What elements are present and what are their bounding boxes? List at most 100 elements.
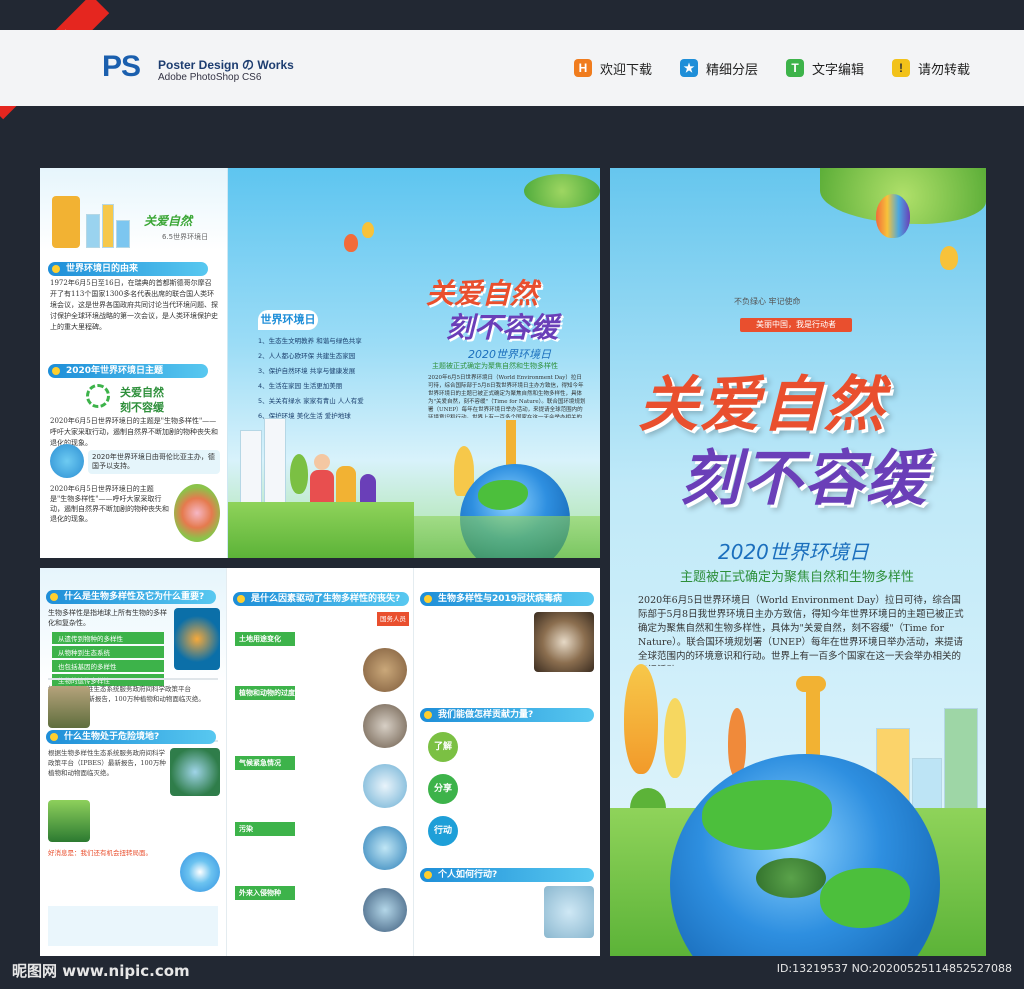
section-contribution: 我们能做怎样贡献力量? <box>420 708 594 722</box>
section-biodiversity: 什么是生物多样性及它为什么重要? <box>46 590 216 604</box>
slogan-item: 3、保护自然环境 共享与健康发展 <box>258 367 356 375</box>
header-item-download[interactable]: H 欢迎下载 <box>574 58 652 78</box>
tree-icon <box>290 454 308 494</box>
divider <box>48 678 218 680</box>
plant-image <box>48 800 90 842</box>
tree-icon <box>624 664 658 774</box>
subheading: 土地用途变化 <box>235 632 295 646</box>
coral-image <box>174 608 220 670</box>
cover-title-line2: 刻不容缓 <box>446 311 559 344</box>
cover-badge: 美丽中国，我是行动者 <box>740 318 852 332</box>
animal-image <box>363 704 407 748</box>
inner-trifold: 什么是生物多样性及它为什么重要? 生物多样性是指地球上所有生物的多样化和复杂性。… <box>40 568 600 956</box>
warning-icon: ! <box>892 59 910 77</box>
slogan-list: 1、生态生文明教养 和谐与绿色共享 2、人人都心欧环保 共建生态家园 3、保护自… <box>258 334 404 424</box>
family-icon <box>314 454 330 470</box>
building-icon <box>264 418 286 510</box>
species-image <box>363 888 407 932</box>
giraffe-head <box>796 676 826 692</box>
virus-image <box>534 612 594 672</box>
tag-item: 从遗传到物种的多样性 <box>52 632 164 644</box>
logo-line2: 刻不容缓 <box>120 401 164 414</box>
text-icon: T <box>786 59 804 77</box>
header-item-label: 欢迎下载 <box>600 62 653 78</box>
bird-image <box>170 748 220 796</box>
giraffe-icon <box>52 196 80 248</box>
header-item-no-repost[interactable]: ! 请勿转载 <box>892 58 970 78</box>
section-endangered: 什么生物处于危险境地? <box>46 730 216 744</box>
forest-image <box>48 686 90 728</box>
mid-header: 世界环境日 <box>258 310 318 330</box>
footer-box <box>48 906 218 946</box>
header-title: Poster Design の Works <box>158 58 294 72</box>
front-left-page: 关爱自然 6.5世界环境日 世界环境日的由来 1972年6月5日至16日，在瑞典… <box>40 168 228 558</box>
front-right-page: 关爱自然 刻不容缓 2020世界环境日 主题被正式确定为聚焦自然和生物多样性 2… <box>414 168 600 558</box>
building-icon <box>240 430 262 510</box>
action-learn: 了解 <box>428 732 458 762</box>
header-item-text-edit[interactable]: T 文字编辑 <box>786 58 864 78</box>
badge-subtitle: 6.5世界环境日 <box>162 233 209 241</box>
star-icon: ★ <box>680 59 698 77</box>
cover-subtitle: 2020世界环境日 <box>718 540 869 564</box>
header-item-layers[interactable]: ★ 精细分层 <box>680 58 758 78</box>
header-item-label: 请勿转载 <box>918 62 971 78</box>
inner-right-page: 生物多样性与2019冠状病毒病 我们能做怎样贡献力量? 了解 分享 行动 个人如… <box>414 568 600 956</box>
inner-left-page: 什么是生物多样性及它为什么重要? 生物多样性是指地球上所有生物的多样化和复杂性。… <box>40 568 226 956</box>
good-news-text: 好消息是：我们还有机会扭转局面。 <box>48 849 152 857</box>
cover-subtitle: 2020世界环境日 <box>468 348 551 361</box>
header-item-label: 精细分层 <box>706 62 759 78</box>
subheading: 植物和动物的过度开发 <box>235 686 295 711</box>
earth-image <box>180 852 220 892</box>
section-drivers: 是什么因素驱动了生物多样性的丧失? <box>233 592 409 606</box>
slogan-item: 4、生活在家园 生活更加美丽 <box>258 382 343 390</box>
turtle-icon <box>756 858 826 898</box>
download-icon: H <box>574 59 592 77</box>
cover-body: 2020年6月5日世界环境日（World Environment Day）拉日可… <box>428 375 586 418</box>
section-personal: 个人如何行动? <box>420 868 594 882</box>
origin-text: 1972年6月5日至16日，在瑞典的首都斯德哥尔摩召开了有113个国家1300多… <box>50 279 218 331</box>
building-icon <box>86 214 100 248</box>
tree-icon <box>664 698 686 778</box>
tag-item: 从物种到生态系统 <box>52 646 164 658</box>
cover-body: 2020年6月5日世界环境日（World Environment Day）拉日可… <box>638 595 964 666</box>
pollution-image <box>363 826 407 870</box>
image-id: ID:13219537 NO:20200525114852527088 <box>776 962 1012 975</box>
action-share: 分享 <box>428 774 458 804</box>
subheading: 气候紧急情况 <box>235 756 295 770</box>
slogan-item: 5、关关有绿水 家家有青山 人人有爱 <box>258 397 364 405</box>
balloon-icon <box>940 246 958 270</box>
front-mid-page: 世界环境日 1、生态生文明教养 和谐与绿色共享 2、人人都心欧环保 共建生态家园… <box>228 168 414 558</box>
extra-text: 2020年6月5日世界环境日的主题是"生物多样性"——呼吁大家采取行动，遏制自然… <box>50 485 169 523</box>
balloon-icon <box>344 234 358 252</box>
tag-badge: 国务人员 <box>377 612 409 626</box>
section-theme: 2020年世界环境日主题 <box>48 364 208 378</box>
cover-theme: 主题被正式确定为聚焦自然和生物多样性 <box>680 570 915 585</box>
action-act: 行动 <box>428 816 458 846</box>
header-subtitle: Adobe PhotoShop CS6 <box>158 72 262 83</box>
site-watermark: 昵图网 www.nipic.com <box>12 962 190 980</box>
section-origin: 世界环境日的由来 <box>48 262 208 276</box>
subheading: 外来入侵物种 <box>235 886 295 900</box>
inner-mid-page: 是什么因素驱动了生物多样性的丧失? 国务人员 土地用途变化 植物和动物的过度开发… <box>226 568 414 956</box>
cover-title-line2: 刻不容缓 <box>680 444 928 514</box>
grass-ground <box>414 516 600 558</box>
cover-slogan: 不负绿心 牢记使命 <box>734 297 801 306</box>
header-item-label: 文字编辑 <box>812 62 865 78</box>
host-info-box: 2020年世界环境日由哥伦比亚主办，德国予以支持。 <box>88 450 220 474</box>
cover-page: 不负绿心 牢记使命 美丽中国，我是行动者 关爱自然 刻不容缓 2020世界环境日… <box>610 168 986 956</box>
biodiversity-image <box>174 484 220 542</box>
balloon-icon <box>362 222 374 238</box>
cover-theme: 主题被正式确定为聚焦自然和生物多样性 <box>432 362 558 370</box>
tag-item: 也包括基因的多样性 <box>52 660 164 672</box>
section-covid: 生物多样性与2019冠状病毒病 <box>420 592 594 606</box>
building-icon <box>944 708 978 818</box>
building-icon <box>102 204 114 248</box>
land-image <box>363 648 407 692</box>
ps-logo: PS <box>102 50 141 83</box>
leaves-decoration <box>524 174 600 208</box>
slogan-item: 1、生态生文明教养 和谐与绿色共享 <box>258 337 362 345</box>
header-bar: PS Poster Design の Works Adobe PhotoShop… <box>0 30 1024 106</box>
building-icon <box>116 220 130 248</box>
logo-line1: 关爱自然 <box>120 386 164 399</box>
subheading: 污染 <box>235 822 295 836</box>
